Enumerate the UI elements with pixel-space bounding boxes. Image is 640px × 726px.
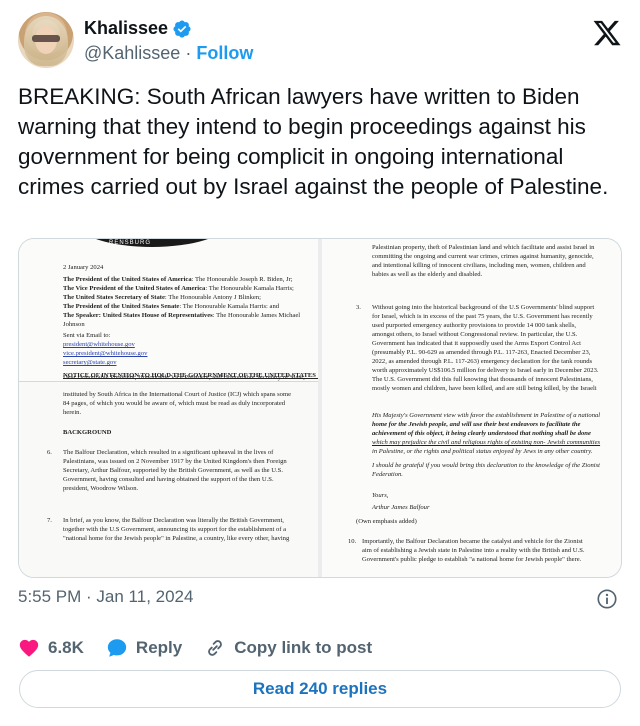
reply-icon — [107, 639, 127, 657]
name-row: Khalissee — [84, 18, 192, 39]
reply-button[interactable]: Reply — [106, 637, 182, 659]
letter-date: 2 January 2024 — [63, 264, 104, 271]
paragraph-number: 6. — [47, 449, 52, 456]
verified-badge-icon — [173, 19, 191, 38]
avatar-glasses — [32, 35, 60, 42]
display-name[interactable]: Khalissee — [84, 18, 168, 39]
paragraph-number: 10. — [348, 538, 357, 545]
addressee-line: The President of the United States Senat… — [63, 303, 280, 310]
follow-button[interactable]: Follow — [196, 43, 253, 64]
heart-icon — [19, 639, 39, 657]
continued-paragraph: Palestinian property, theft of Palestini… — [372, 244, 595, 278]
like-count: 6.8K — [48, 638, 84, 657]
x-logo-icon[interactable] — [592, 18, 622, 48]
action-bar: 6.8K Reply Copy link to post — [18, 634, 372, 662]
like-button[interactable]: 6.8K — [18, 637, 84, 659]
quote-yours: Yours, — [372, 492, 389, 499]
document-page-right: Palestinian property, theft of Palestini… — [322, 239, 621, 577]
addressee-list: The President of the United States of Am… — [63, 275, 313, 329]
addressee-line: The United States Secretary of State: Th… — [63, 294, 261, 301]
email-link[interactable]: president@whitehouse.gov — [63, 340, 135, 349]
email-link[interactable]: secretary@state.gov — [63, 358, 117, 367]
letterhead-crest — [77, 239, 227, 247]
paragraph-number: 3. — [356, 304, 361, 311]
notice-heading: NOTICE OF INTENTION TO HOLD THE GOVERNME… — [63, 372, 318, 379]
quote-signature: Arthur James Balfour — [372, 504, 430, 511]
email-link[interactable]: vice.president@whitehouse.gov — [63, 349, 147, 358]
addressee-line: The President of the United States of Am… — [63, 276, 293, 283]
read-replies-button[interactable]: Read 240 replies — [19, 670, 621, 708]
tweet-text: BREAKING: South African lawyers have wri… — [18, 84, 609, 199]
emphasis-note: (Own emphasis added) — [356, 518, 417, 525]
paragraph-7: In brief, as you know, the Balfour Decla… — [63, 517, 290, 542]
link-icon — [208, 640, 223, 656]
paragraph-6: The Balfour Declaration, which resulted … — [63, 449, 287, 492]
copy-link-label: Copy link to post — [234, 638, 373, 657]
tweet-header: Khalissee @Kahlissee · Follow — [18, 12, 622, 70]
tweet-timestamp[interactable]: 5:55 PM · Jan 11, 2024 — [18, 587, 193, 607]
addressee-line: The Vice President of the United States … — [63, 285, 294, 292]
quote-closing: I should be grateful if you would bring … — [372, 462, 601, 478]
letterhead-crest-text: RENSBURG — [109, 240, 152, 246]
balfour-quote: His Majesty's Government view with favor… — [372, 412, 601, 455]
paragraph-10: Importantly, the Balfour Declaration bec… — [362, 538, 585, 563]
document-page-left: RENSBURG 2 January 2024 The President of… — [19, 239, 318, 577]
handle[interactable]: @Kahlissee — [84, 43, 180, 64]
paragraph-3: Without going into the historical backgr… — [372, 304, 599, 392]
background-heading: BACKGROUND — [63, 429, 112, 436]
addressee-line: Johnson — [63, 321, 85, 328]
intro-paragraph: instituted by South Africa in the Intern… — [63, 391, 291, 416]
addressee-line: The Speaker: United States House of Repr… — [63, 312, 301, 319]
paragraph-number: 7. — [47, 517, 52, 524]
separator: · — [185, 43, 192, 63]
info-icon[interactable] — [596, 588, 618, 610]
handle-row: @Kahlissee · Follow — [84, 43, 253, 64]
copy-link-button[interactable]: Copy link to post — [204, 637, 372, 659]
attached-document-image[interactable]: RENSBURG 2 January 2024 The President of… — [18, 238, 622, 578]
document-lower-section: NOTICE OF INTENTION TO HOLD THE GOVERNME… — [19, 372, 318, 577]
reply-label: Reply — [135, 638, 183, 657]
sent-via-label: Sent via Email to: — [63, 332, 111, 339]
avatar[interactable] — [18, 12, 74, 68]
